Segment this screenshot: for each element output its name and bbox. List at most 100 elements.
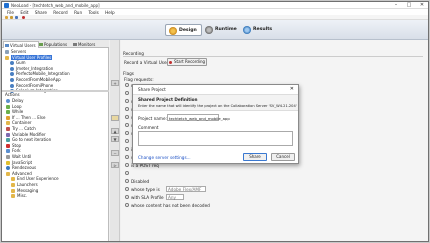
tab-virtual-users[interactable]: Virtual Users [3, 41, 39, 48]
maximize-button[interactable]: □ [403, 2, 415, 9]
flag-option-radio[interactable] [125, 163, 129, 167]
fork-icon [6, 149, 10, 154]
dialog-title: Share Project [138, 87, 166, 92]
project-name-label: Project name: [138, 116, 167, 121]
share-button[interactable]: Share [243, 153, 267, 161]
if-then-else-icon [6, 115, 10, 120]
move-up-icon[interactable]: ▲ [111, 128, 119, 134]
design-label: Design [179, 28, 197, 33]
end-user-experience-folder-icon [11, 177, 15, 182]
cancel-button[interactable]: Cancel [271, 153, 295, 161]
mode-header: Design Runtime Results [2, 20, 428, 40]
dialog-heading: Shared Project Definition [138, 97, 198, 102]
runtime-label: Runtime [215, 27, 237, 32]
tab-monitors[interactable]: Monitors [72, 41, 97, 48]
flag-option-radio[interactable] [125, 155, 129, 159]
user-profile-icon [10, 66, 14, 71]
title-bar: NeoLoad - [techtetch_web_and_mobile_app]… [2, 2, 428, 9]
results-label: Results [253, 27, 273, 32]
user-profile-icon [10, 77, 14, 82]
flag-option-label: whose type is [131, 187, 160, 192]
flag-option-radio[interactable] [125, 187, 129, 191]
filter-icon[interactable]: ⊳ [111, 162, 119, 168]
sla-dropdown[interactable]: Any [166, 194, 184, 200]
virtual-users-icon [5, 44, 9, 47]
collapse-icon[interactable]: − [111, 150, 119, 156]
rendezvous-icon [6, 166, 10, 171]
delay-icon [6, 99, 10, 103]
populations-icon [39, 43, 43, 46]
tab-populations[interactable]: Populations [38, 41, 69, 48]
record-icon[interactable] [22, 16, 25, 19]
flag-option-radio[interactable] [125, 107, 129, 111]
record-icon [168, 60, 172, 64]
app-logo-icon [4, 3, 9, 8]
tool-gutter: + ▲ ▼ − ⊳ [110, 40, 120, 241]
while-icon [6, 110, 10, 115]
action-item[interactable]: Misc. [2, 193, 109, 199]
flag-option-label: with SLA Profile [131, 195, 164, 200]
link-icon[interactable] [111, 115, 119, 121]
dialog-header: Shared Project Definition Enter the name… [133, 94, 298, 111]
type-dropdown[interactable]: Adobe Flex/AMF [166, 186, 206, 192]
flag-option-radio[interactable] [125, 99, 129, 103]
results-chart-icon [243, 26, 251, 34]
flag-option-label: Disabled [131, 179, 150, 184]
server-icon [5, 50, 9, 54]
left-panel: Virtual Users Populations Monitors Serve… [2, 40, 109, 241]
open-project-icon[interactable] [10, 16, 13, 19]
design-mode-button[interactable]: Design [165, 24, 202, 36]
move-down-icon[interactable]: ▼ [111, 136, 119, 142]
container-icon [6, 121, 10, 126]
start-recording-button[interactable]: Start Recording [167, 58, 207, 66]
try-catch-icon [6, 126, 10, 131]
flag-option-radio[interactable] [125, 115, 129, 119]
new-project-icon[interactable] [5, 16, 8, 19]
javascript-icon [6, 160, 10, 165]
save-icon[interactable] [15, 16, 18, 19]
runtime-gear-icon [205, 26, 213, 34]
flag-option-label: whose content has not been decoded [131, 203, 210, 208]
variable-modifier-icon [6, 132, 10, 137]
misc-folder-icon [11, 194, 15, 199]
profiles-folder-icon [5, 55, 9, 60]
flag-option-radio[interactable] [125, 195, 129, 199]
flag-requests-label: Flag requests: [124, 77, 154, 82]
minimize-button[interactable]: – [390, 2, 402, 9]
flag-option-radio[interactable] [125, 179, 129, 183]
stop-icon [6, 143, 10, 148]
dialog-close-icon[interactable]: ✕ [290, 86, 294, 92]
project-name-input[interactable]: techtetch_web_and_mobile_app [167, 114, 230, 121]
flag-option-radio[interactable] [125, 147, 129, 151]
flag-option-radio[interactable] [125, 83, 129, 87]
results-mode-button[interactable]: Results [240, 24, 276, 36]
expand-icon[interactable]: + [111, 80, 119, 86]
user-profile-icon [10, 83, 14, 88]
user-profile-icon [10, 72, 14, 77]
comment-label: Comment [138, 125, 159, 130]
close-button[interactable]: ✕ [416, 2, 428, 9]
flag-option-radio[interactable] [125, 131, 129, 135]
change-settings-link[interactable]: Change server settings... [138, 155, 191, 160]
actions-tree: Delay Loop While If ... Then ... Else Co… [2, 98, 109, 199]
flag-option-radio[interactable] [125, 203, 129, 207]
comment-textarea[interactable] [138, 131, 293, 146]
recording-separator [123, 56, 423, 57]
launchers-folder-icon [11, 182, 15, 187]
monitors-icon [73, 43, 77, 46]
profiles-tree: Servers Virtual User Profiles Gum Jmeter… [2, 49, 109, 94]
advanced-folder-icon [6, 171, 10, 176]
runtime-mode-button[interactable]: Runtime [202, 24, 241, 36]
share-project-dialog: Share Project ✕ Shared Project Definitio… [132, 84, 299, 164]
flag-option-radio[interactable] [125, 171, 129, 175]
flag-option-radio[interactable] [125, 91, 129, 95]
flag-option-radio[interactable] [125, 123, 129, 127]
user-profile-icon [10, 61, 14, 66]
loop-icon [6, 104, 10, 109]
window-title: NeoLoad - [techtetch_web_and_mobile_app] [11, 3, 100, 8]
left-tabs: Virtual Users Populations Monitors [2, 40, 109, 48]
flag-option-radio[interactable] [125, 139, 129, 143]
design-gear-icon [169, 27, 177, 35]
wait-until-icon [6, 154, 10, 159]
actions-heading: Actions [5, 92, 20, 97]
